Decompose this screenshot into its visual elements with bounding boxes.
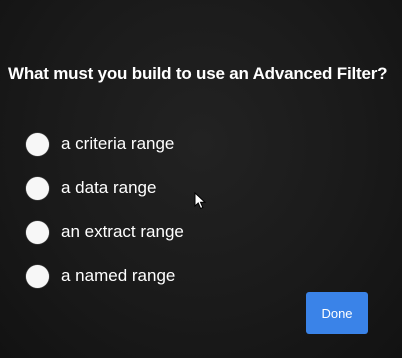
radio-button[interactable] [26, 176, 49, 200]
option-label: a data range [61, 178, 157, 197]
radio-button[interactable] [26, 132, 49, 156]
option-data-range[interactable]: a data range [26, 166, 326, 210]
option-label: an extract range [61, 222, 184, 241]
answer-options: a criteria range a data range an extract… [26, 122, 326, 298]
quiz-screen: What must you build to use an Advanced F… [0, 0, 402, 358]
radio-button[interactable] [26, 220, 49, 244]
option-label: a named range [61, 266, 176, 285]
option-extract-range[interactable]: an extract range [26, 210, 326, 254]
option-named-range[interactable]: a named range [26, 254, 326, 298]
option-criteria-range[interactable]: a criteria range [26, 122, 326, 166]
radio-button[interactable] [26, 264, 49, 288]
done-button[interactable]: Done [306, 292, 368, 334]
question-text: What must you build to use an Advanced F… [8, 64, 388, 83]
mouse-pointer-icon [194, 192, 207, 210]
option-label: a criteria range [61, 134, 175, 153]
